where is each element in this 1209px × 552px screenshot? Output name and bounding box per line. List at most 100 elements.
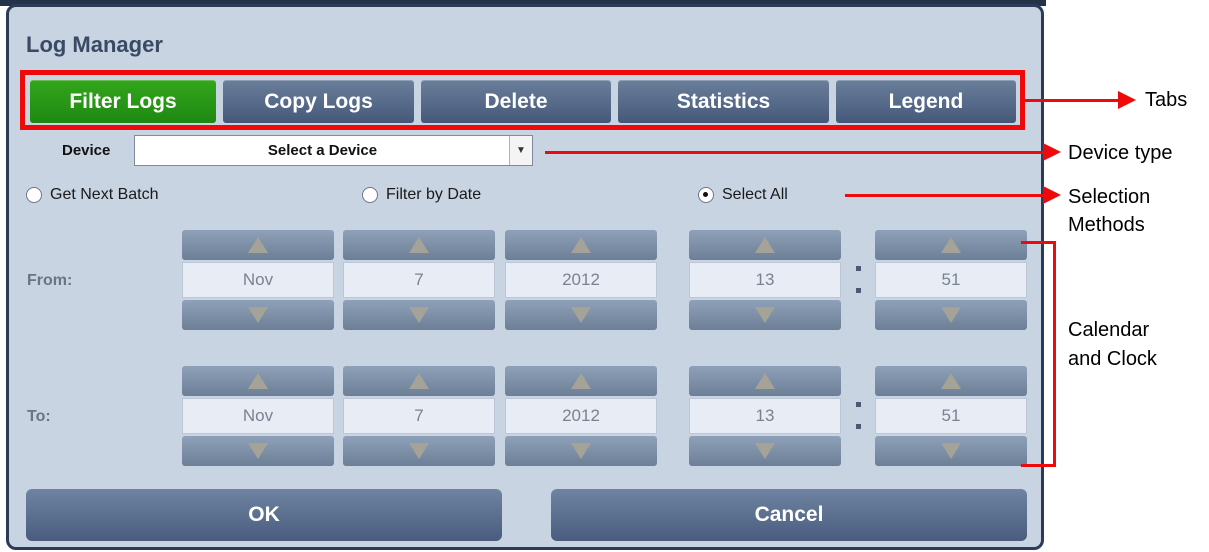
from-label: From:	[27, 272, 73, 289]
selection-callout-line	[845, 194, 1048, 197]
triangle-down-icon	[755, 307, 775, 323]
from-hour-value[interactable]: 13	[689, 262, 841, 298]
calendar-bracket	[1021, 241, 1056, 467]
triangle-down-icon	[941, 443, 961, 459]
triangle-up-icon	[571, 237, 591, 253]
device-label: Device	[62, 142, 111, 159]
triangle-up-icon	[409, 373, 429, 389]
triangle-up-icon	[941, 237, 961, 253]
to-month-down-button[interactable]	[182, 436, 334, 466]
from-day-value[interactable]: 7	[343, 262, 495, 298]
from-minute-spinner: 51	[875, 230, 1027, 330]
radio-circle-icon[interactable]	[26, 187, 42, 203]
from-minute-value[interactable]: 51	[875, 262, 1027, 298]
to-day-value[interactable]: 7	[343, 398, 495, 434]
callout-device-type: Device type	[1068, 142, 1173, 164]
callout-calendar-line1: Calendar	[1068, 319, 1150, 341]
tab-legend[interactable]: Legend	[836, 80, 1016, 123]
cancel-button[interactable]: Cancel	[551, 489, 1027, 541]
to-day-up-button[interactable]	[343, 366, 495, 396]
to-hour-value[interactable]: 13	[689, 398, 841, 434]
callout-calendar-line2: and Clock	[1068, 348, 1157, 370]
from-year-spinner: 2012	[505, 230, 657, 330]
dialog-title: Log Manager	[26, 32, 163, 57]
tab-statistics[interactable]: Statistics	[618, 80, 829, 123]
to-label: To:	[27, 408, 51, 425]
triangle-up-icon	[248, 237, 268, 253]
to-year-value[interactable]: 2012	[505, 398, 657, 434]
device-callout-line	[545, 151, 1048, 154]
from-day-down-button[interactable]	[343, 300, 495, 330]
from-day-up-button[interactable]	[343, 230, 495, 260]
triangle-up-icon	[755, 373, 775, 389]
arrow-right-icon	[1043, 143, 1061, 161]
chevron-down-icon[interactable]: ▼	[509, 136, 532, 165]
callout-tabs: Tabs	[1145, 89, 1188, 111]
triangle-down-icon	[755, 443, 775, 459]
to-time-colon-bottom	[856, 424, 861, 429]
triangle-up-icon	[571, 373, 591, 389]
to-year-down-button[interactable]	[505, 436, 657, 466]
tab-copy-logs[interactable]: Copy Logs	[223, 80, 414, 123]
to-minute-spinner: 51	[875, 366, 1027, 466]
from-month-spinner: Nov	[182, 230, 334, 330]
to-month-up-button[interactable]	[182, 366, 334, 396]
to-hour-down-button[interactable]	[689, 436, 841, 466]
to-minute-down-button[interactable]	[875, 436, 1027, 466]
from-year-down-button[interactable]	[505, 300, 657, 330]
radio-circle-icon[interactable]	[362, 187, 378, 203]
radio-label: Get Next Batch	[50, 186, 159, 203]
triangle-down-icon	[941, 307, 961, 323]
triangle-down-icon	[571, 307, 591, 323]
triangle-down-icon	[248, 307, 268, 323]
tab-delete[interactable]: Delete	[421, 80, 611, 123]
from-month-value[interactable]: Nov	[182, 262, 334, 298]
triangle-down-icon	[571, 443, 591, 459]
triangle-up-icon	[409, 237, 429, 253]
from-year-value[interactable]: 2012	[505, 262, 657, 298]
triangle-down-icon	[409, 443, 429, 459]
to-day-spinner: 7	[343, 366, 495, 466]
to-hour-spinner: 13	[689, 366, 841, 466]
arrow-right-icon	[1043, 186, 1061, 204]
from-minute-down-button[interactable]	[875, 300, 1027, 330]
triangle-down-icon	[409, 307, 429, 323]
callout-selection-line2: Methods	[1068, 214, 1145, 236]
arrow-right-icon	[1118, 91, 1136, 109]
from-minute-up-button[interactable]	[875, 230, 1027, 260]
callout-selection-line1: Selection	[1068, 186, 1151, 208]
from-year-up-button[interactable]	[505, 230, 657, 260]
radio-label: Select All	[722, 186, 788, 203]
from-month-down-button[interactable]	[182, 300, 334, 330]
from-month-up-button[interactable]	[182, 230, 334, 260]
radio-select-all[interactable]: Select All	[698, 184, 788, 206]
to-day-down-button[interactable]	[343, 436, 495, 466]
to-year-up-button[interactable]	[505, 366, 657, 396]
radio-selected-icon[interactable]	[698, 187, 714, 203]
to-month-value[interactable]: Nov	[182, 398, 334, 434]
device-dropdown-value: Select a Device	[267, 142, 378, 159]
from-time-colon-bottom	[856, 288, 861, 293]
device-dropdown[interactable]: Select a Device ▼	[134, 135, 533, 166]
to-minute-up-button[interactable]	[875, 366, 1027, 396]
to-time-colon-top	[856, 402, 861, 407]
radio-label: Filter by Date	[386, 186, 482, 203]
triangle-down-icon	[248, 443, 268, 459]
triangle-up-icon	[941, 373, 961, 389]
radio-filter-by-date[interactable]: Filter by Date	[362, 184, 481, 206]
tab-filter-logs[interactable]: Filter Logs	[30, 80, 216, 123]
tabs-callout-line	[1025, 99, 1125, 102]
triangle-up-icon	[755, 237, 775, 253]
to-hour-up-button[interactable]	[689, 366, 841, 396]
from-day-spinner: 7	[343, 230, 495, 330]
from-time-colon-top	[856, 266, 861, 271]
radio-get-next-batch[interactable]: Get Next Batch	[26, 184, 159, 206]
from-hour-down-button[interactable]	[689, 300, 841, 330]
to-year-spinner: 2012	[505, 366, 657, 466]
from-hour-up-button[interactable]	[689, 230, 841, 260]
ok-button[interactable]: OK	[26, 489, 502, 541]
from-hour-spinner: 13	[689, 230, 841, 330]
to-month-spinner: Nov	[182, 366, 334, 466]
to-minute-value[interactable]: 51	[875, 398, 1027, 434]
triangle-up-icon	[248, 373, 268, 389]
